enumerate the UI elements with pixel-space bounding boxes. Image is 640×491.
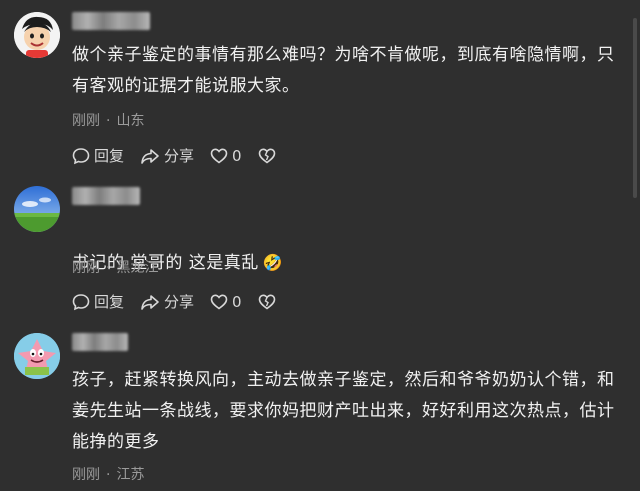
heart-icon — [210, 293, 228, 309]
comment-meta: 刚刚 · 江苏 — [72, 464, 144, 484]
username-blurred[interactable] — [72, 333, 128, 351]
like-button[interactable]: 0 — [210, 293, 242, 311]
comment-text: 孩子，赶紧转换风向，主动去做亲子鉴定，然后和爷爷奶奶认个错，和姜先生站一条战线，… — [72, 370, 615, 452]
dislike-button[interactable] — [258, 147, 280, 165]
heart-icon — [210, 147, 228, 163]
reply-icon — [72, 147, 90, 164]
like-count: 0 — [232, 146, 242, 165]
broken-heart-icon — [258, 293, 275, 309]
laughing-emoji: 🤣 — [262, 253, 284, 272]
comment-time: 刚刚 — [72, 467, 100, 483]
share-button[interactable]: 分享 — [140, 145, 194, 166]
comment-location: 江苏 — [116, 467, 145, 483]
patrick-star-avatar-icon[interactable] — [14, 333, 60, 379]
reply-label: 回复 — [94, 293, 125, 311]
comment-actions: 回复 分享 0 — [72, 145, 296, 166]
username-blurred[interactable] — [72, 187, 140, 205]
scrollbar[interactable] — [633, 18, 637, 198]
comment-text: 做个亲子鉴定的事情有那么难吗？为啥不肯做呢，到底有啥隐情啊，只有客观的证据才能说… — [72, 45, 615, 96]
landscape-avatar-icon[interactable] — [14, 186, 60, 232]
share-icon — [141, 148, 159, 164]
like-button[interactable]: 0 — [210, 147, 242, 165]
broken-heart-icon — [258, 147, 275, 163]
reply-button[interactable]: 回复 — [72, 145, 124, 166]
meta-separator: · — [106, 113, 111, 129]
comment-time: 刚刚 — [72, 113, 100, 129]
meta-separator: · — [106, 467, 111, 483]
comment-location: 山东 — [116, 113, 145, 129]
share-label: 分享 — [164, 147, 195, 165]
cartoon-boy-avatar-icon[interactable] — [14, 12, 60, 58]
meta-separator: · — [106, 260, 111, 276]
share-icon — [141, 294, 159, 310]
comment-actions: 回复 分享 0 — [72, 291, 296, 312]
reply-icon — [72, 293, 90, 310]
comment-meta: 刚刚 · 黑龙江 — [72, 257, 158, 277]
comment-location: 黑龙江 — [116, 260, 159, 276]
reply-label: 回复 — [94, 147, 125, 165]
share-button[interactable]: 分享 — [140, 291, 194, 312]
comment-meta: 刚刚 · 山东 — [72, 110, 144, 130]
username-blurred[interactable] — [72, 12, 150, 30]
comment-time: 刚刚 — [72, 260, 100, 276]
dislike-button[interactable] — [258, 293, 280, 311]
like-count: 0 — [232, 292, 242, 311]
share-label: 分享 — [164, 293, 195, 311]
reply-button[interactable]: 回复 — [72, 291, 124, 312]
